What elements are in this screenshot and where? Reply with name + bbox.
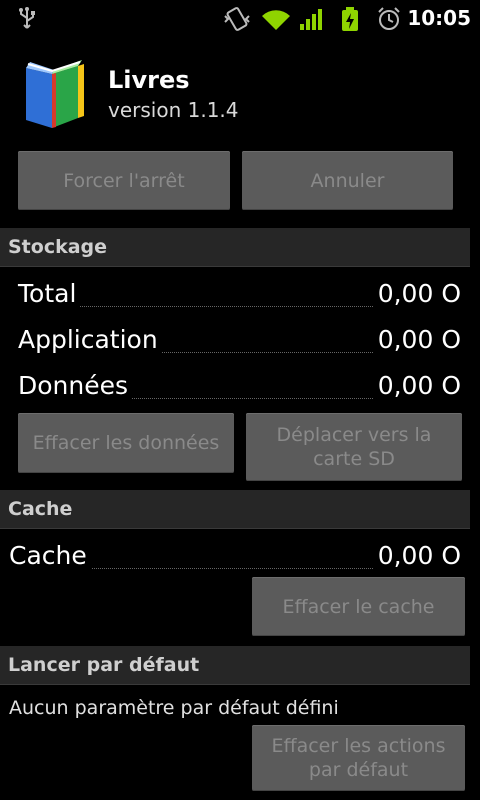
books-app-icon <box>26 60 84 128</box>
move-to-sd-label-line1: Déplacer vers la <box>276 424 432 446</box>
clear-defaults-label-line1: Effacer les actions <box>271 735 446 757</box>
force-stop-button[interactable]: Forcer l'arrêt <box>18 151 230 210</box>
storage-row-total: Total 0,00 O <box>18 279 461 315</box>
storage-section-header: Stockage <box>0 228 470 267</box>
storage-row-application: Application 0,00 O <box>18 325 461 361</box>
defaults-section-title: Lancer par défaut <box>8 654 200 676</box>
storage-data-label: Données <box>18 371 133 400</box>
clear-defaults-button[interactable]: Effacer les actions par défaut <box>252 725 465 791</box>
cache-section-header: Cache <box>0 490 470 529</box>
no-defaults-text: Aucun paramètre par défaut défini <box>9 697 339 719</box>
status-bar: 10:05 <box>0 0 480 38</box>
defaults-section-header: Lancer par défaut <box>0 646 470 685</box>
battery-charging-icon <box>342 7 358 31</box>
storage-section-title: Stockage <box>8 236 108 258</box>
app-version: version 1.1.4 <box>108 98 239 122</box>
move-to-sd-button[interactable]: Déplacer vers la carte SD <box>246 413 462 481</box>
clock: 10:05 <box>407 6 471 30</box>
usb-icon <box>19 7 35 29</box>
signal-icon <box>300 9 322 30</box>
clear-defaults-label-line2: par défaut <box>308 759 409 781</box>
storage-application-value: 0,00 O <box>373 325 461 354</box>
storage-total-label: Total <box>18 279 81 308</box>
cache-row: Cache 0,00 O <box>9 541 461 577</box>
vibrate-icon <box>224 7 250 31</box>
cache-label: Cache <box>9 541 91 570</box>
wifi-icon <box>262 10 290 30</box>
storage-data-value: 0,00 O <box>373 371 461 400</box>
clear-data-button[interactable]: Effacer les données <box>18 413 234 473</box>
app-name: Livres <box>108 66 190 94</box>
storage-application-label: Application <box>18 325 162 354</box>
clear-cache-button[interactable]: Effacer le cache <box>252 577 465 636</box>
uninstall-button[interactable]: Annuler <box>242 151 453 210</box>
storage-total-value: 0,00 O <box>373 279 461 308</box>
storage-row-data: Données 0,00 O <box>18 371 461 407</box>
cache-section-title: Cache <box>8 498 73 520</box>
move-to-sd-label-line2: carte SD <box>313 448 395 470</box>
cache-value: 0,00 O <box>373 541 461 570</box>
alarm-icon <box>378 7 400 30</box>
